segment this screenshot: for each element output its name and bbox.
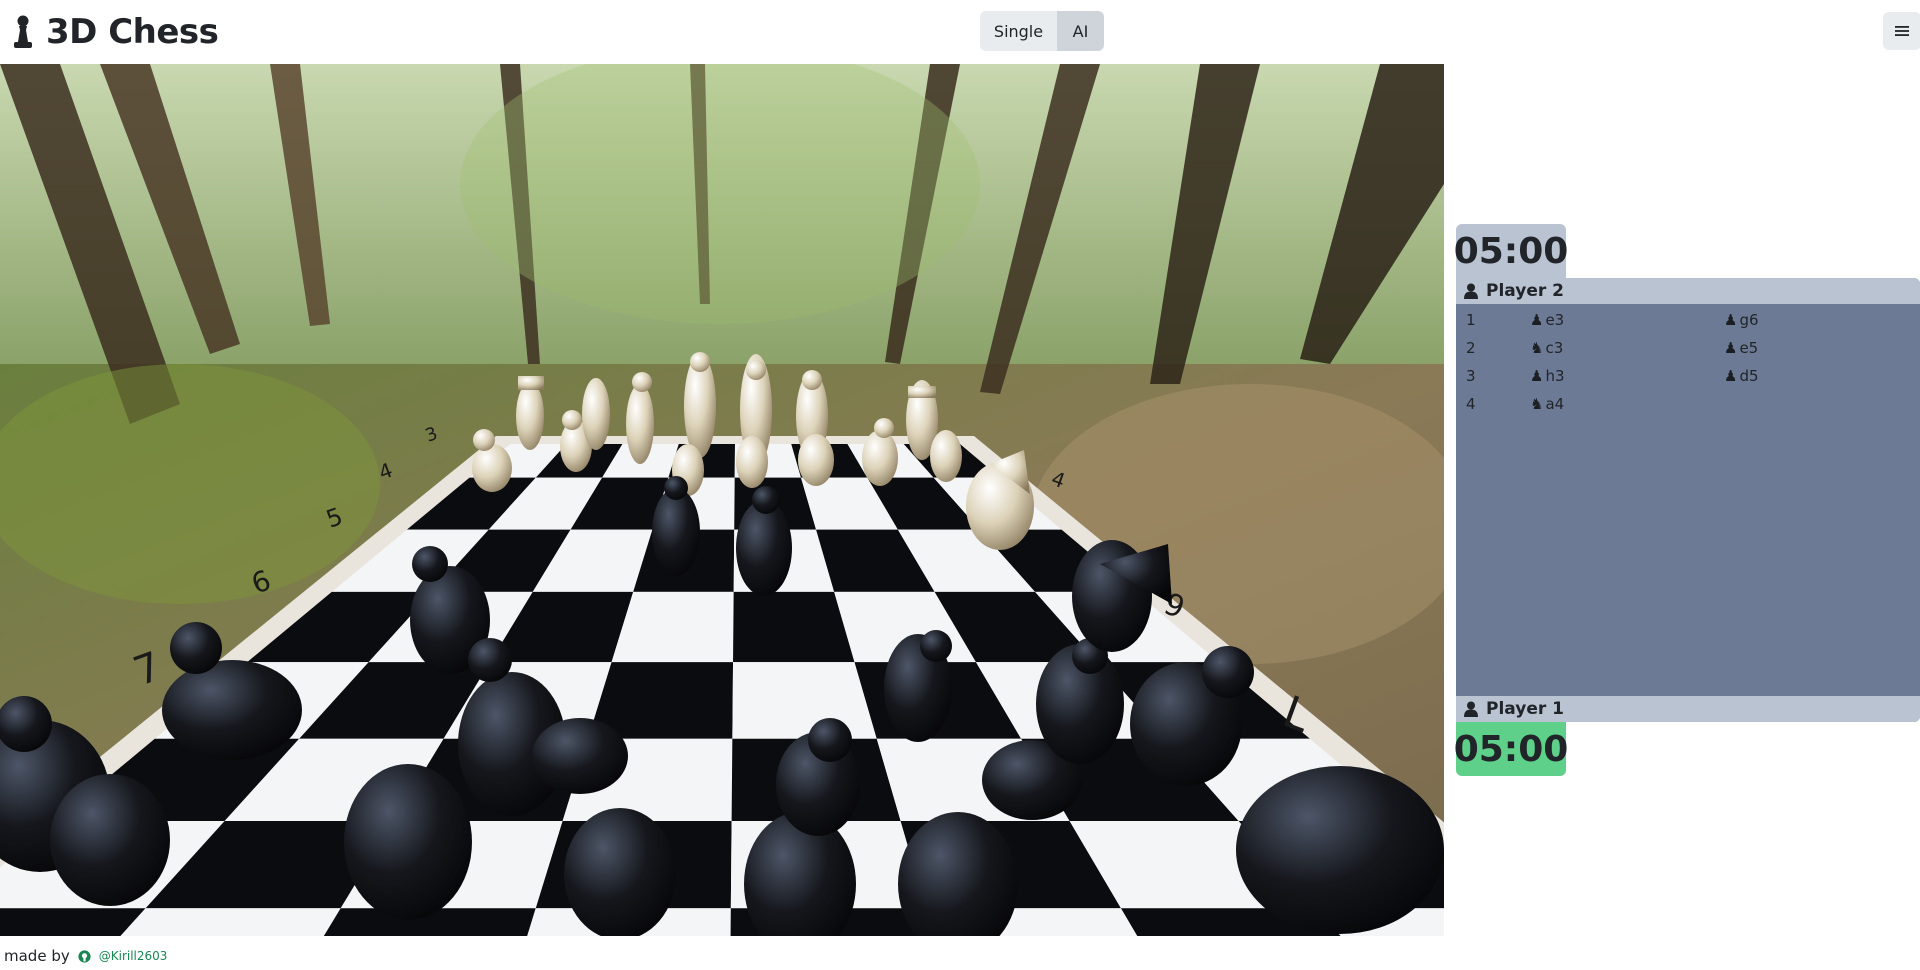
board-square[interactable] <box>733 591 855 663</box>
move-row: 2 ♞ c3 ♟ e5 <box>1456 334 1920 362</box>
move-notation: c3 <box>1545 339 1564 357</box>
chess-3d-viewport[interactable]: 3 4 5 6 7 4 9 L <box>0 64 1444 936</box>
move-number: 1 <box>1466 311 1476 329</box>
move-notation: a4 <box>1545 395 1565 413</box>
move-notation: e5 <box>1739 339 1759 357</box>
game-mode-toggle: Single AI <box>980 11 1104 51</box>
knight-icon: ♞ <box>1530 395 1544 413</box>
white-move[interactable]: ♟ e3 <box>1530 311 1724 329</box>
white-piece[interactable] <box>516 376 544 450</box>
move-history-panel: Player 2 1 ♟ e3 ♟ g6 2 ♞ c3 ♟ e5 3 ♟ h3 ♟ d5 4… <box>1456 278 1920 722</box>
move-row: 1 ♟ e3 ♟ g6 <box>1456 306 1920 334</box>
move-number: 2 <box>1466 339 1476 357</box>
white-piece[interactable] <box>582 378 610 450</box>
brand: 3D Chess <box>12 8 219 56</box>
player2-bar: Player 2 <box>1456 278 1920 304</box>
hamburger-icon <box>1895 26 1909 36</box>
menu-button[interactable] <box>1883 12 1920 50</box>
white-move[interactable]: ♞ c3 <box>1530 339 1724 357</box>
player1-name: Player 1 <box>1486 699 1564 719</box>
move-notation: d5 <box>1739 367 1759 385</box>
author-link[interactable]: @Kirill2603 <box>99 949 168 963</box>
app-title: 3D Chess <box>46 12 219 52</box>
pawn-icon: ♟ <box>1724 367 1738 385</box>
user-icon <box>1464 283 1478 299</box>
black-move[interactable]: ♟ g6 <box>1724 311 1918 329</box>
player2-timer: 05:00 <box>1454 224 1568 278</box>
white-move[interactable]: ♞ a4 <box>1530 395 1724 413</box>
move-number: 3 <box>1466 367 1476 385</box>
move-row: 4 ♞ a4 <box>1456 390 1920 418</box>
board-square[interactable] <box>732 662 877 739</box>
mode-ai-button[interactable]: AI <box>1057 11 1104 51</box>
user-icon <box>1464 701 1478 717</box>
move-row: 3 ♟ h3 ♟ d5 <box>1456 362 1920 390</box>
move-notation: g6 <box>1739 311 1759 329</box>
github-icon[interactable] <box>78 949 91 963</box>
white-piece[interactable] <box>798 434 834 486</box>
made-by-label: made by <box>4 947 70 965</box>
pawn-icon: ♟ <box>1724 311 1738 329</box>
board-square[interactable] <box>0 908 146 936</box>
chess-pawn-icon <box>14 15 32 48</box>
white-move[interactable]: ♟ h3 <box>1530 367 1724 385</box>
chess-scene[interactable]: 3 4 5 6 7 4 9 L <box>0 64 1444 936</box>
black-piece[interactable] <box>1236 766 1444 934</box>
pawn-icon: ♟ <box>1724 339 1738 357</box>
move-notation: h3 <box>1545 367 1565 385</box>
pawn-icon: ♟ <box>1530 367 1544 385</box>
player1-bar: Player 1 <box>1456 696 1920 722</box>
black-piece[interactable] <box>344 764 472 920</box>
black-move[interactable]: ♟ d5 <box>1724 367 1918 385</box>
white-piece[interactable] <box>930 430 962 482</box>
black-move[interactable]: ♟ e5 <box>1724 339 1918 357</box>
app-header: 3D Chess Single AI <box>0 0 1920 64</box>
move-notation: e3 <box>1545 311 1565 329</box>
pawn-icon: ♟ <box>1530 311 1544 329</box>
white-piece[interactable] <box>736 436 768 488</box>
player1-timer: 05:00 <box>1454 722 1568 776</box>
mode-single-button[interactable]: Single <box>980 11 1057 51</box>
move-list: 1 ♟ e3 ♟ g6 2 ♞ c3 ♟ e5 3 ♟ h3 ♟ d5 4 ♞ a4 <box>1456 306 1920 418</box>
footer: made by @Kirill2603 <box>4 946 167 966</box>
move-number: 4 <box>1466 395 1476 413</box>
knight-icon: ♞ <box>1530 339 1544 357</box>
black-piece[interactable] <box>50 774 170 906</box>
player2-name: Player 2 <box>1486 281 1564 301</box>
